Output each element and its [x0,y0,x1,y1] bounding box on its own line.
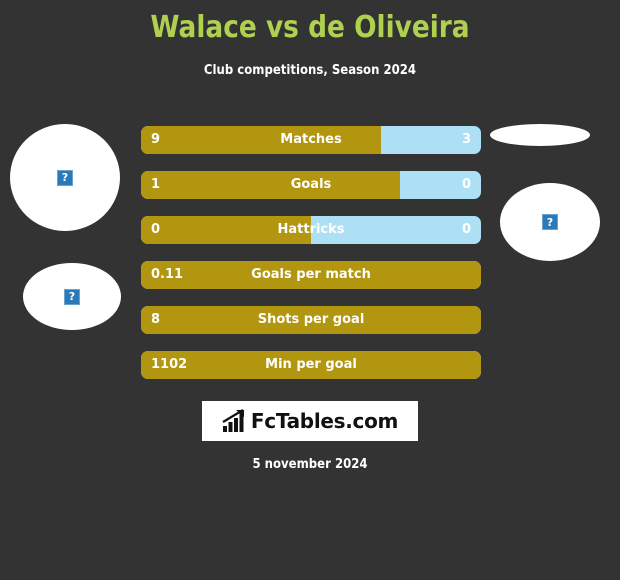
broken-image-icon: ? [64,288,80,305]
stat-right-value: 3 [461,132,471,147]
player-photo-right-bottom: ? [500,183,600,261]
stat-bar-shots-per-goal: 8 Shots per goal [141,306,481,334]
fctables-logo[interactable]: FcTables.com [202,401,418,441]
stat-comparison-card: Walace vs de Oliveira Club competitions,… [0,0,620,580]
broken-image-icon: ? [57,169,73,186]
stat-label: Min per goal [265,357,357,372]
stat-bar-goals: 1 Goals 0 [141,171,481,199]
date-label: 5 november 2024 [252,457,368,472]
stat-bar-goals-per-match: 0.11 Goals per match [141,261,481,289]
broken-image-icon: ? [542,214,558,230]
stat-bar-hattricks: 0 Hattricks 0 [141,216,481,244]
stat-label: Shots per goal [257,312,365,327]
stat-label: Goals [290,177,332,192]
stat-bar-min-per-goal: 1102 Min per goal [141,351,481,379]
player-photo-right-top [490,124,590,146]
stat-label: Hattricks [277,222,345,237]
stat-label: Goals per match [251,267,371,282]
page-subtitle: Club competitions, Season 2024 [203,63,417,78]
stat-right-value: 0 [461,222,471,237]
logo-text: FcTables.com [250,409,399,433]
stat-right-value: 0 [461,177,471,192]
stat-label: Matches [280,132,342,147]
stat-bar-matches: 9 Matches 3 [141,126,481,154]
player-photo-left-top: ? [10,124,120,231]
bar-chart-trend-icon [222,409,248,433]
player-photo-left-bottom: ? [23,263,121,330]
page-title: Walace vs de Oliveira [150,10,470,45]
